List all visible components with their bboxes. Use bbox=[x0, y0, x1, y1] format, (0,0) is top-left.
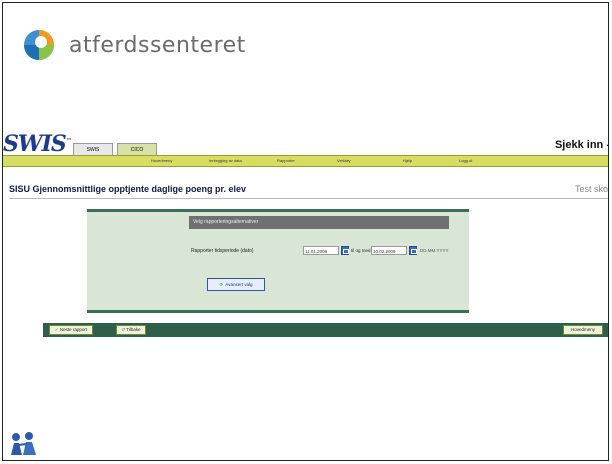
title-divider bbox=[9, 198, 608, 199]
brand-name: atferdssenteret bbox=[69, 32, 246, 58]
children-icon bbox=[9, 431, 37, 457]
org-name: Test skol bbox=[574, 184, 609, 194]
from-date-field[interactable]: 11.01.2009 bbox=[303, 246, 339, 255]
calendar-icon[interactable] bbox=[409, 246, 417, 255]
neste-rapport-button[interactable]: ✓ Neste rapport bbox=[49, 325, 93, 335]
hovedmeny-button[interactable]: Hovedmeny bbox=[563, 325, 603, 335]
check-icon: ✓ bbox=[54, 327, 59, 332]
tilbake-label: Tilbake bbox=[126, 327, 141, 332]
swis-logo-trademark: ™ bbox=[65, 137, 72, 145]
page-title: SISU Gjennomsnittlige opptjente daglige … bbox=[9, 184, 247, 194]
menu-item-verktoy[interactable]: Verktøy bbox=[337, 156, 351, 166]
period-label: Rapporter tidsperiode (dato) bbox=[191, 248, 254, 254]
atferdssenteret-logo-icon bbox=[21, 27, 57, 63]
tilbake-button[interactable]: ↺ Tilbake bbox=[116, 325, 146, 335]
date-format-hint: DD.MM.YYYY bbox=[420, 248, 449, 253]
screenshot-frame: atferdssenteret SWIS™ SWIS CICO Sjekk in… bbox=[2, 2, 609, 461]
brand-header: atferdssenteret bbox=[21, 27, 246, 63]
menu-item-hjelp[interactable]: Hjelp bbox=[403, 156, 412, 166]
refresh-icon: ⟳ bbox=[219, 281, 224, 287]
avansert-valg-button[interactable]: ⟳ Avansert valg bbox=[207, 278, 265, 291]
menu-item-logg-ut[interactable]: Logg ut bbox=[459, 156, 472, 166]
main-menu-bar: Hovedmeny Innlegging av data Rapporter V… bbox=[3, 155, 608, 167]
checkin-title: Sjekk inn - bbox=[554, 139, 609, 151]
swis-logo: SWIS™ bbox=[3, 131, 72, 157]
avansert-valg-label: Avansert valg bbox=[225, 282, 253, 287]
report-options-panel: Velg rapporteringsalternativer Rapporter… bbox=[87, 209, 469, 313]
calendar-icon[interactable] bbox=[341, 246, 349, 255]
back-icon: ↺ bbox=[121, 327, 126, 332]
menu-item-innlegging[interactable]: Innlegging av data bbox=[209, 156, 242, 166]
menu-item-rapporter[interactable]: Rapporter bbox=[277, 156, 295, 166]
menu-item-hovedmeny[interactable]: Hovedmeny bbox=[151, 156, 172, 166]
neste-rapport-label: Neste rapport bbox=[59, 327, 88, 332]
swis-logo-text: SWIS bbox=[3, 131, 67, 157]
action-bar: ✓ Neste rapport ↺ Tilbake Hovedmeny bbox=[43, 323, 608, 337]
to-date-field[interactable]: 10.02.2009 bbox=[371, 246, 407, 255]
panel-header: Velg rapporteringsalternativer bbox=[189, 216, 449, 229]
swis-app-window: SWIS™ SWIS CICO Sjekk inn - Hovedmeny In… bbox=[3, 127, 609, 349]
til-og-med-label: til og med bbox=[351, 248, 371, 253]
